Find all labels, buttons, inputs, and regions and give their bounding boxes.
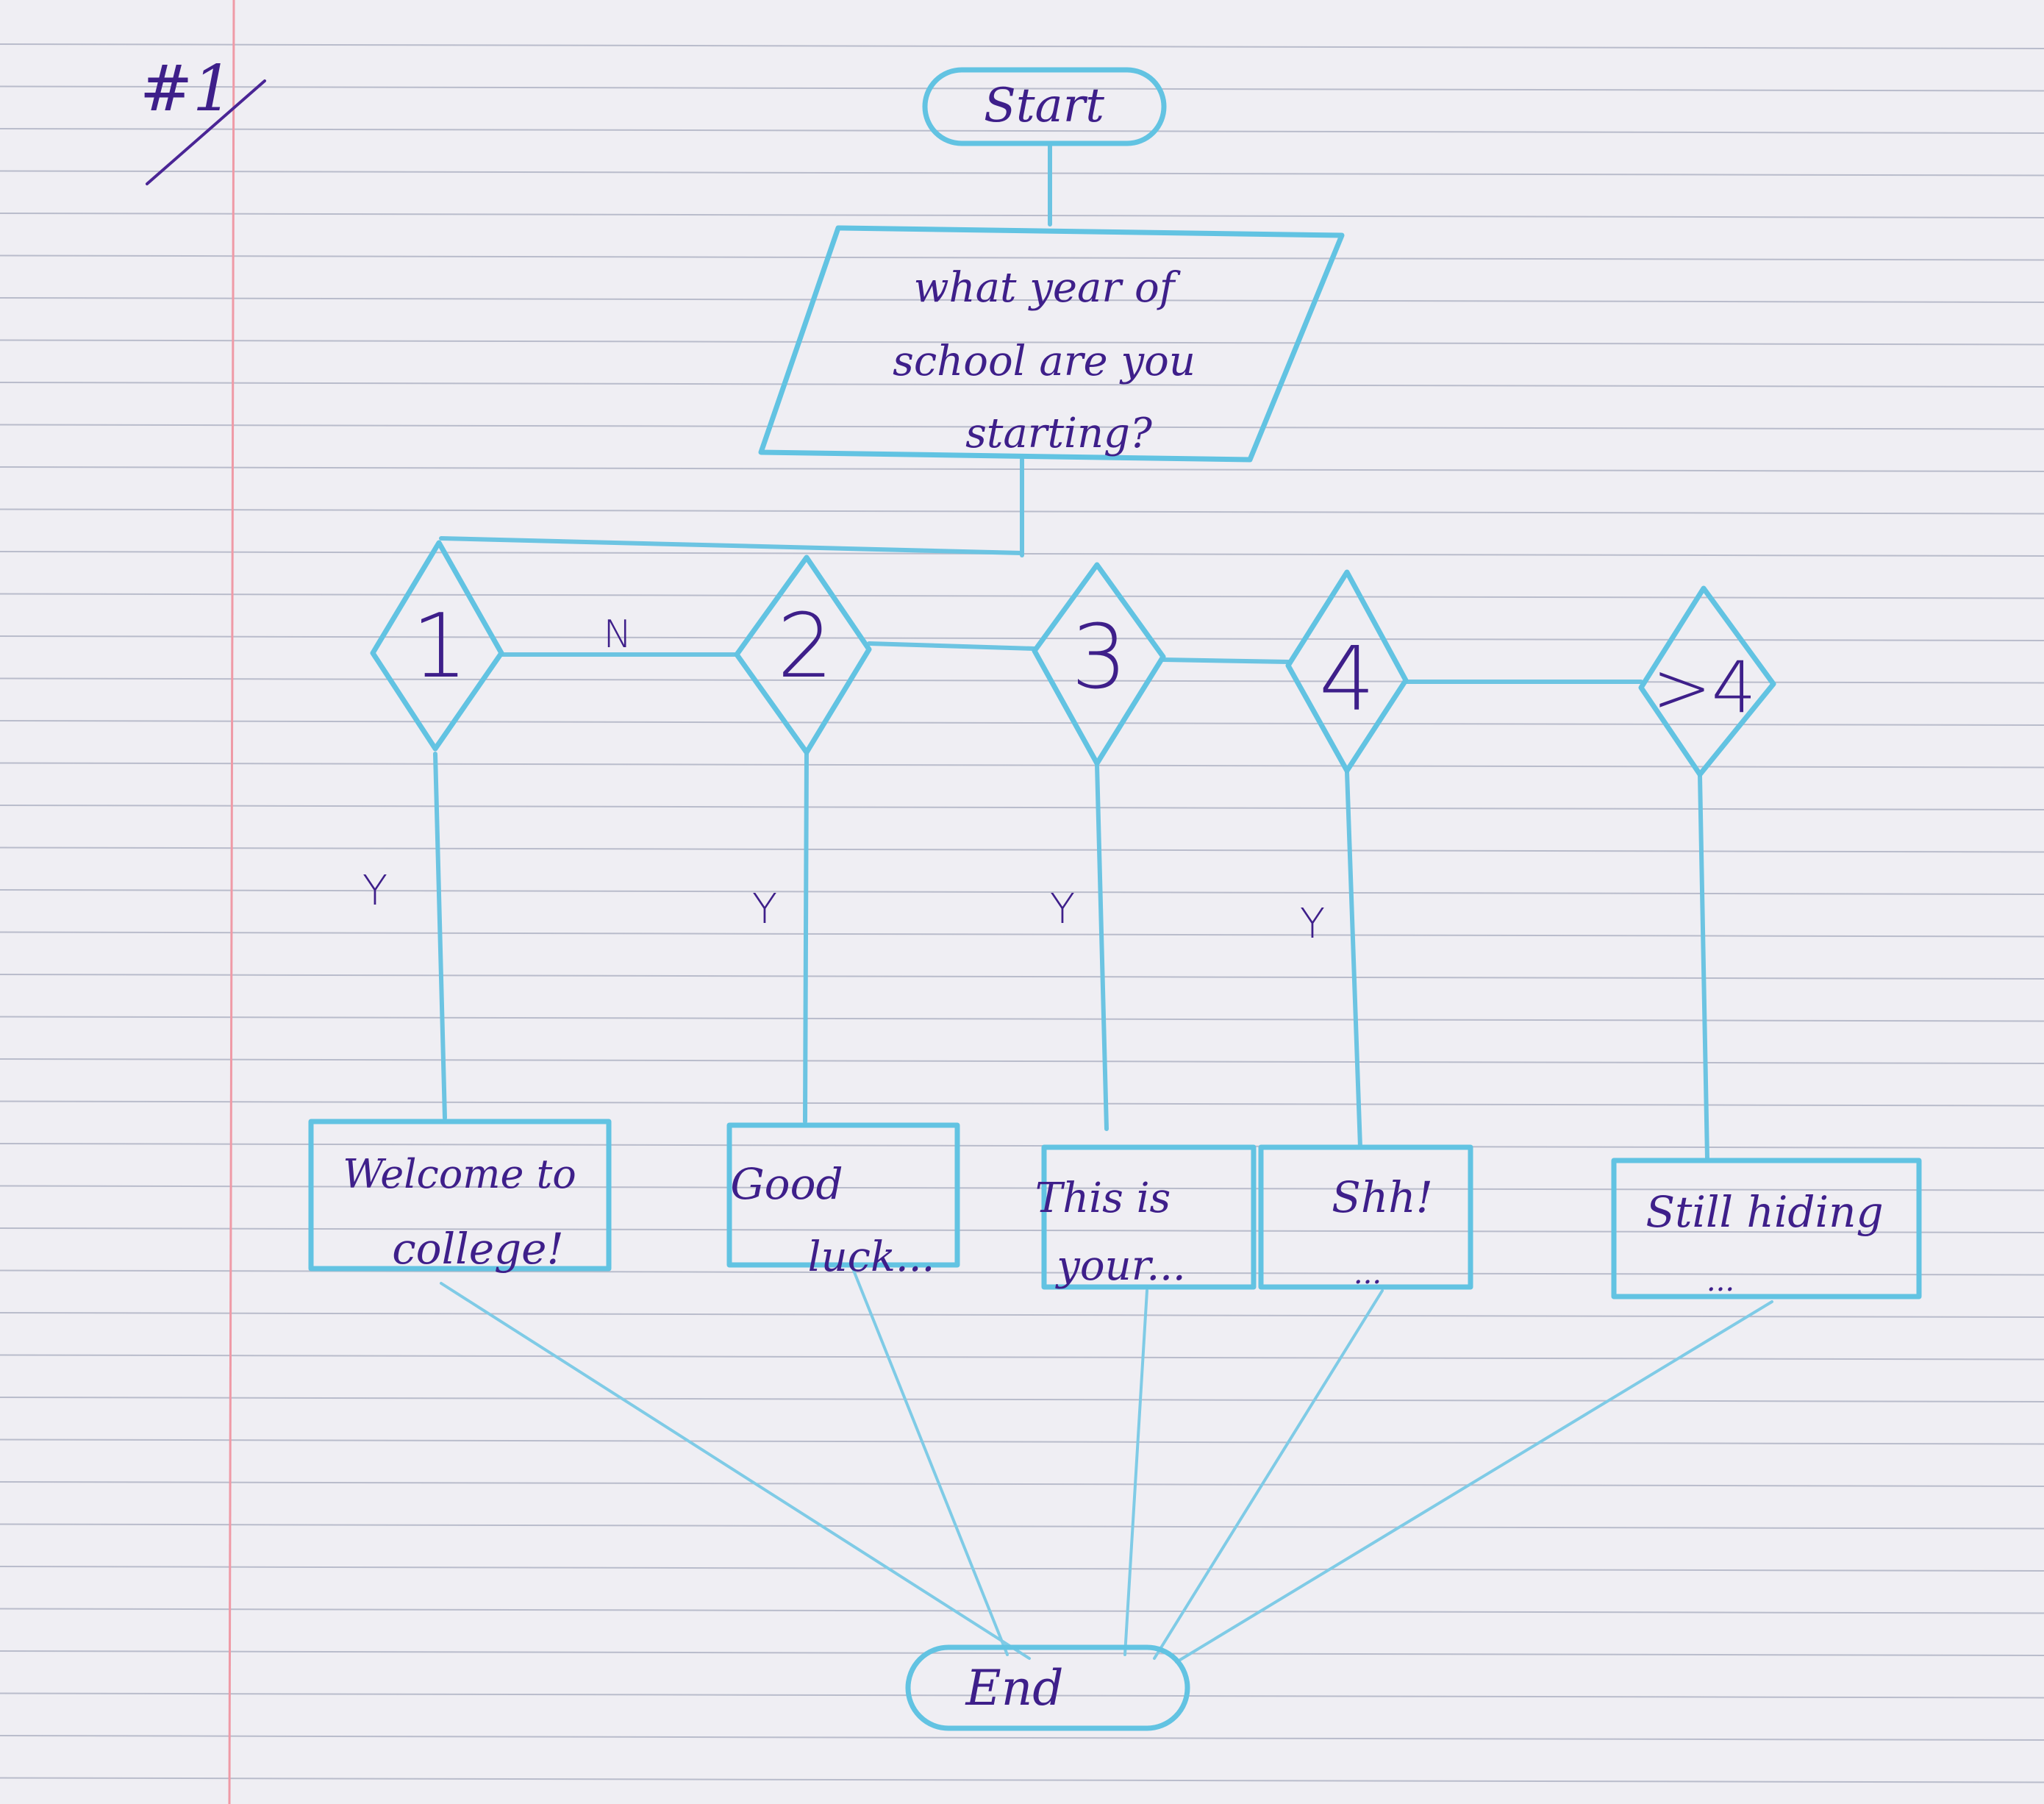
ruled-line <box>0 974 2044 980</box>
ruled-line <box>0 593 2044 599</box>
yes-line-1 <box>433 752 447 1120</box>
ruled-line <box>0 1100 2044 1107</box>
ruled-line <box>0 1608 2044 1614</box>
ruled-line <box>0 762 2044 769</box>
output-5-line-1: Still hiding <box>1645 1187 1883 1237</box>
yes-label-3: Y <box>1050 885 1075 933</box>
page-label: #1 <box>140 52 233 126</box>
yes-line-2 <box>803 752 809 1124</box>
ruled-line <box>0 1143 2044 1149</box>
output-4: Shh! ... <box>1258 1144 1473 1291</box>
ruled-line <box>0 213 2044 218</box>
output-4-line-2: ... <box>1354 1257 1382 1291</box>
start-terminal: Start <box>922 67 1167 146</box>
output-3-line-2: your... <box>1054 1242 1185 1290</box>
margin-line <box>228 0 235 1804</box>
yes-label-4: Y <box>1300 900 1325 948</box>
output-1-line-1: Welcome to <box>343 1151 576 1197</box>
ruled-line <box>0 170 2044 177</box>
ruled-line <box>0 1438 2044 1445</box>
ruled-line <box>0 1523 2044 1530</box>
yes-line-3 <box>1095 763 1109 1131</box>
ruled-line <box>0 931 2044 938</box>
output-3-line-1: This is <box>1035 1174 1171 1222</box>
ruled-line <box>0 1269 2044 1276</box>
input-line-2: school are you <box>893 338 1196 385</box>
output-2: Good luck... <box>726 1122 960 1281</box>
no-label: N <box>604 613 632 657</box>
ruled-line <box>0 1481 2044 1487</box>
ruled-line <box>0 1312 2044 1318</box>
out4-to-end-line <box>1153 1289 1384 1660</box>
yes-line-more <box>1698 774 1709 1161</box>
no-line-3-4 <box>1161 657 1290 664</box>
decision-3-label: 3 <box>1071 607 1127 709</box>
ruled-line <box>0 1566 2044 1572</box>
decision-4-label: 4 <box>1319 629 1375 731</box>
flowchart-canvas: #1 Start End what year of school are you <box>0 0 2044 1804</box>
input-line-3: starting? <box>965 410 1153 457</box>
ruled-line <box>0 889 2044 895</box>
start-label: Start <box>984 79 1104 133</box>
ruled-line <box>0 1777 2044 1783</box>
yes-label-1: Y <box>362 867 387 915</box>
output-2-line-2: luck... <box>808 1233 935 1281</box>
decision-1-label: 1 <box>412 596 468 698</box>
out1-to-end-line <box>440 1282 1031 1660</box>
ruled-line <box>0 1397 2044 1402</box>
no-line-2-3 <box>867 641 1037 651</box>
output-5: Still hiding ... <box>1611 1158 1922 1299</box>
decision-4: 4 <box>1285 569 1409 774</box>
decision-3: 3 <box>1032 562 1166 766</box>
top-branch-line <box>439 536 1024 555</box>
end-terminal: End <box>905 1644 1190 1731</box>
output-1-line-2: college! <box>392 1224 564 1274</box>
notebook-page: #1 Start End what year of school are you <box>0 0 2044 1804</box>
out5-to-end-line <box>1175 1300 1773 1664</box>
yes-line-4 <box>1345 770 1362 1149</box>
ruled-line <box>0 1354 2044 1361</box>
ruled-line <box>0 43 2044 49</box>
decision-2-label: 2 <box>777 596 833 698</box>
ruled-line <box>0 1058 2044 1064</box>
output-5-line-2: ... <box>1707 1264 1734 1298</box>
output-4-line-1: Shh! <box>1332 1172 1433 1222</box>
ruled-line <box>0 1016 2044 1022</box>
input-line-1: what year of <box>914 264 1182 312</box>
ruled-line <box>0 254 2044 261</box>
ruled-line <box>0 846 2044 853</box>
yes-label-2: Y <box>752 885 777 933</box>
out3-to-end-line <box>1123 1289 1148 1656</box>
ruled-line <box>0 1735 2044 1741</box>
output-2-line-1: Good <box>730 1159 843 1209</box>
input-box: what year of school are you starting? <box>758 225 1345 463</box>
output-3: This is your... <box>1035 1144 1257 1290</box>
ruled-line <box>0 805 2044 810</box>
decision-1: 1 <box>370 540 504 752</box>
decision-more: >4 <box>1638 585 1776 777</box>
decision-more-label: >4 <box>1652 646 1757 729</box>
end-label: End <box>965 1660 1064 1716</box>
